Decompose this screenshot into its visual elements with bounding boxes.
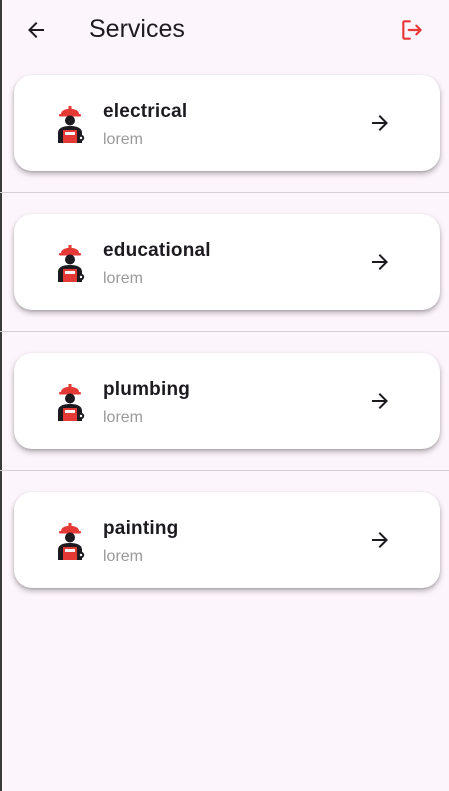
- service-card-painting[interactable]: painting lorem: [14, 492, 440, 588]
- service-card-plumbing[interactable]: plumbing lorem: [14, 353, 440, 449]
- service-card-electrical[interactable]: electrical lorem: [14, 75, 440, 171]
- worker-icon: [58, 384, 85, 421]
- divider: [0, 192, 449, 193]
- logout-button[interactable]: [394, 12, 430, 48]
- divider: [0, 470, 449, 471]
- worker-icon: [58, 245, 85, 282]
- divider: [0, 331, 449, 332]
- service-name: electrical: [103, 101, 188, 122]
- service-name: plumbing: [103, 379, 191, 400]
- arrow-left-icon: [28, 22, 44, 38]
- arrow-right-icon: [372, 254, 388, 270]
- service-subtitle: lorem: [103, 131, 144, 148]
- arrow-right-icon: [372, 115, 388, 131]
- service-card-educational[interactable]: educational lorem: [14, 214, 440, 310]
- arrow-right-icon: [372, 532, 388, 548]
- service-subtitle: lorem: [103, 409, 144, 426]
- page-title: Services: [89, 15, 185, 43]
- window-edge: [0, 0, 2, 791]
- service-subtitle: lorem: [103, 548, 144, 565]
- logout-icon: [402, 20, 422, 40]
- app-bar: Services: [0, 0, 449, 60]
- service-name: painting: [103, 518, 179, 539]
- worker-icon: [58, 106, 85, 143]
- worker-icon: [58, 523, 85, 560]
- arrow-right-icon: [372, 393, 388, 409]
- back-button[interactable]: [18, 12, 54, 48]
- service-subtitle: lorem: [103, 270, 144, 287]
- service-name: educational: [103, 240, 211, 261]
